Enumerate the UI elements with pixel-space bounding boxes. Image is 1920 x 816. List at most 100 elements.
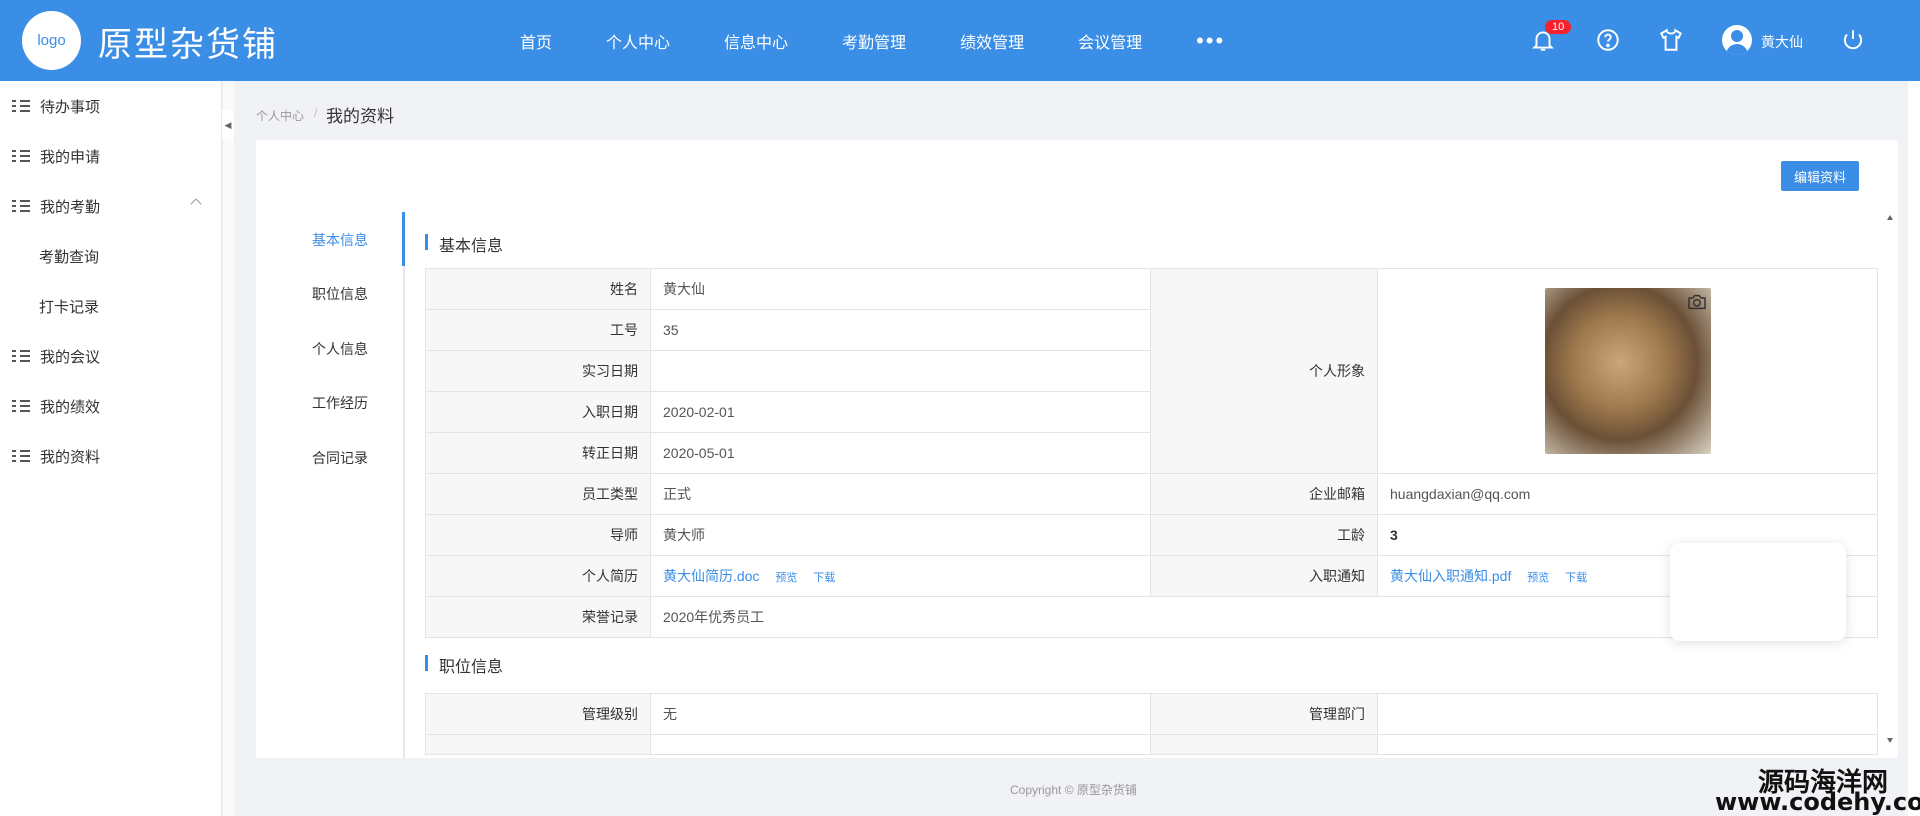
breadcrumb-parent[interactable]: 个人中心 (256, 107, 304, 124)
sidebar-item-meetings[interactable]: 我的会议 (0, 331, 222, 381)
regular-date-label: 转正日期 (425, 432, 651, 474)
list-icon (12, 449, 30, 463)
intern-date-label: 实习日期 (425, 350, 651, 392)
footer-copyright: Copyright © 原型杂货铺 (1010, 783, 1137, 797)
regular-date-value: 2020-05-01 (650, 432, 1151, 474)
top-header: logo 原型杂货铺 首页 个人中心 信息中心 考勤管理 绩效管理 会议管理 •… (0, 0, 1920, 81)
sidebar-item-todo[interactable]: 待办事项 (0, 81, 222, 131)
mentor-value: 黄大师 (650, 514, 1151, 556)
camera-icon[interactable] (1687, 294, 1707, 310)
employee-id-value: 35 (650, 309, 1151, 351)
floating-panel (1670, 543, 1846, 641)
offer-notice-download-link[interactable]: 下载 (1565, 572, 1587, 584)
email-label: 企业邮箱 (1150, 473, 1378, 515)
sidebar-item-label: 我的考勤 (40, 198, 101, 216)
table-row-partial (425, 734, 651, 755)
help-icon[interactable] (1595, 27, 1621, 53)
sidebar-item-profile[interactable]: 我的资料 (0, 431, 222, 481)
seniority-label: 工龄 (1150, 514, 1378, 556)
more-icon[interactable]: ••• (1196, 28, 1225, 54)
table-row-partial (1150, 734, 1378, 755)
list-icon (12, 149, 30, 163)
profile-photo[interactable] (1544, 288, 1711, 454)
resume-label: 个人简历 (425, 555, 651, 597)
sidebar-item-attendance-query[interactable]: 考勤查询 (0, 231, 222, 281)
page-title: 我的资料 (326, 107, 394, 126)
sidebar-item-applications[interactable]: 我的申请 (0, 131, 222, 181)
position-info-table: 管理级别 无 管理部门 (425, 693, 1878, 755)
name-value: 黄大仙 (650, 268, 1151, 310)
sidebar-item-label: 我的会议 (40, 348, 101, 366)
list-icon (12, 99, 30, 113)
name-label: 姓名 (425, 268, 651, 310)
offer-notice-file-link[interactable]: 黄大仙入职通知.pdf (1390, 568, 1511, 584)
offer-notice-label: 入职通知 (1150, 555, 1378, 597)
management-dept-value (1377, 693, 1878, 735)
section-title-basic: 基本信息 (425, 232, 503, 256)
join-date-label: 入职日期 (425, 391, 651, 433)
sidebar-item-label: 我的绩效 (40, 398, 101, 416)
tab-contract-records[interactable]: 合同记录 (312, 448, 368, 468)
list-icon (12, 199, 30, 213)
nav-personal-center[interactable]: 个人中心 (606, 29, 670, 53)
email-value: huangdaxian@qq.com (1377, 473, 1878, 515)
sidebar-item-performance[interactable]: 我的绩效 (0, 381, 222, 431)
collapse-sidebar-icon[interactable]: ◀ (222, 110, 234, 140)
tab-personal-info[interactable]: 个人信息 (312, 339, 368, 359)
logo[interactable]: logo (22, 11, 81, 70)
sidebar-item-attendance[interactable]: 我的考勤 (0, 181, 222, 231)
resume-preview-link[interactable]: 预览 (775, 572, 797, 584)
table-row-partial (650, 734, 1151, 755)
management-level-label: 管理级别 (425, 693, 651, 735)
nav-attendance[interactable]: 考勤管理 (842, 29, 906, 53)
chevron-up-icon (190, 198, 202, 210)
table-row-partial (1377, 734, 1878, 755)
notification-badge: 10 (1545, 20, 1572, 34)
sidebar-item-label: 待办事项 (40, 98, 101, 116)
nav-performance[interactable]: 绩效管理 (960, 29, 1024, 53)
photo-label: 个人形象 (1150, 268, 1378, 474)
management-dept-label: 管理部门 (1150, 693, 1378, 735)
honor-label: 荣誉记录 (425, 596, 651, 638)
nav-home[interactable]: 首页 (520, 29, 552, 53)
user-avatar[interactable] (1722, 25, 1752, 55)
join-date-value: 2020-02-01 (650, 391, 1151, 433)
resume-download-link[interactable]: 下载 (813, 572, 835, 584)
tab-basic-info[interactable]: 基本信息 (312, 230, 368, 250)
main-nav: 首页 个人中心 信息中心 考勤管理 绩效管理 会议管理 ••• (520, 0, 1225, 81)
watermark-url: www.codehy.com (1715, 788, 1920, 816)
intern-date-value (650, 350, 1151, 392)
window-scrollbar[interactable] (1908, 81, 1920, 816)
tab-work-history[interactable]: 工作经历 (312, 393, 368, 413)
resume-cell: 黄大仙简历.doc 预览 下载 (650, 555, 1151, 597)
edit-profile-button[interactable]: 编辑资料 (1781, 161, 1859, 191)
basic-info-table: 姓名 黄大仙 个人形象 工号 35 实习日期 入职日期 2020-02-01 转… (425, 268, 1878, 638)
user-name[interactable]: 黄大仙 (1761, 32, 1803, 52)
tabs-divider (403, 212, 405, 758)
breadcrumb-separator: / (314, 106, 318, 120)
sidebar-item-label: 我的资料 (40, 448, 101, 466)
sidebar-item-clock-records[interactable]: 打卡记录 (0, 281, 222, 331)
app-title: 原型杂货铺 (98, 25, 278, 65)
list-icon (12, 399, 30, 413)
employee-type-label: 员工类型 (425, 473, 651, 515)
list-icon (12, 349, 30, 363)
resume-file-link[interactable]: 黄大仙简历.doc (663, 568, 759, 584)
main-scrollbar[interactable] (1884, 212, 1896, 746)
nav-info-center[interactable]: 信息中心 (724, 29, 788, 53)
sidebar-item-label: 我的申请 (40, 148, 101, 166)
mentor-label: 导师 (425, 514, 651, 556)
shirt-icon[interactable] (1658, 27, 1684, 53)
tab-position-info[interactable]: 职位信息 (312, 284, 368, 304)
sidebar-scrollbar[interactable] (222, 81, 234, 816)
offer-notice-preview-link[interactable]: 预览 (1527, 572, 1549, 584)
active-tab-indicator (402, 212, 405, 266)
sidebar: 待办事项 我的申请 我的考勤 考勤查询 打卡记录 我的会议 我的绩效 我的资料 (0, 81, 222, 816)
nav-meeting[interactable]: 会议管理 (1078, 29, 1142, 53)
photo-cell (1377, 268, 1878, 474)
power-icon[interactable] (1840, 27, 1866, 53)
employee-id-label: 工号 (425, 309, 651, 351)
section-title-position: 职位信息 (425, 653, 503, 677)
management-level-value: 无 (650, 693, 1151, 735)
employee-type-value: 正式 (650, 473, 1151, 515)
